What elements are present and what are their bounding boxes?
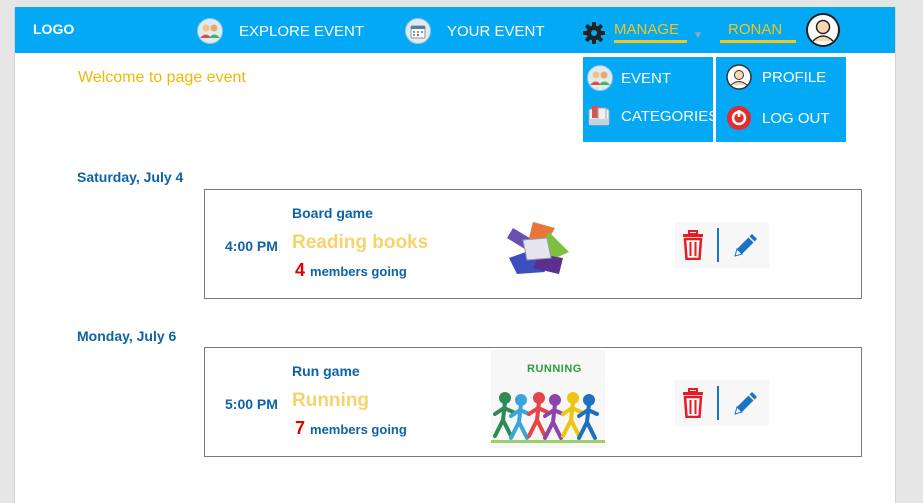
page-container: LOGO EXPLORE EVENT YOUR EVENT MANAGE ▼ R… (14, 7, 896, 503)
top-navbar: LOGO EXPLORE EVENT YOUR EVENT MANAGE ▼ R… (15, 7, 895, 53)
event-card: 5:00 PM Run game Running 7 members going … (204, 347, 862, 457)
event-name[interactable]: Reading books (292, 232, 428, 254)
divider (717, 228, 719, 262)
menu-item-categories[interactable]: CATEGORIES (587, 103, 718, 129)
members-label: members going (310, 264, 407, 279)
trash-icon[interactable] (681, 388, 705, 418)
chevron-down-icon: ▼ (693, 30, 703, 41)
runners-illustration (491, 392, 605, 443)
menu-item-profile-label: PROFILE (762, 68, 827, 86)
people-icon (197, 18, 223, 44)
manage-dropdown: EVENT CATEGORIES (583, 57, 718, 142)
event-card: 4:00 PM Board game Reading books 4 member… (204, 189, 862, 299)
profile-icon (726, 64, 752, 90)
nav-explore-label: EXPLORE EVENT (239, 22, 365, 40)
event-category: Board game (292, 205, 373, 221)
menu-item-event-label: EVENT (621, 69, 672, 87)
day-heading: Saturday, July 4 (77, 169, 184, 185)
event-members-going: 4 members going (295, 260, 407, 281)
gear-icon (583, 22, 605, 44)
nav-explore-event[interactable]: EXPLORE EVENT (197, 18, 365, 44)
calendar-icon (405, 18, 431, 44)
menu-item-logout-label: LOG OUT (762, 109, 830, 127)
trash-icon[interactable] (681, 230, 705, 260)
event-name[interactable]: Running (292, 390, 369, 412)
menu-item-categories-label: CATEGORIES (621, 107, 719, 125)
people-icon (587, 65, 613, 91)
manage-menu-toggle[interactable]: MANAGE ▼ (582, 18, 703, 45)
running-image-title: RUNNING (527, 363, 582, 375)
menu-item-event[interactable]: EVENT (587, 65, 671, 91)
divider (717, 386, 719, 420)
avatar[interactable] (806, 13, 840, 47)
categories-icon (588, 106, 610, 126)
books-image (507, 222, 569, 274)
manage-label: MANAGE (614, 18, 688, 43)
event-actions (675, 222, 769, 268)
user-dropdown: PROFILE LOG OUT (716, 57, 846, 142)
pencil-icon[interactable] (733, 232, 759, 258)
nav-your-event[interactable]: YOUR EVENT (405, 18, 545, 44)
welcome-message: Welcome to page event (78, 69, 246, 86)
logo[interactable]: LOGO (33, 21, 74, 37)
event-actions (675, 380, 769, 426)
power-icon (727, 106, 751, 130)
running-image: RUNNING (491, 350, 605, 448)
user-name[interactable]: RONAN (720, 21, 797, 43)
pencil-icon[interactable] (733, 390, 759, 416)
event-time: 4:00 PM (225, 238, 278, 254)
members-label: members going (310, 422, 407, 437)
event-time: 5:00 PM (225, 396, 278, 412)
nav-your-event-label: YOUR EVENT (447, 22, 545, 40)
menu-item-logout[interactable]: LOG OUT (726, 105, 830, 131)
event-members-going: 7 members going (295, 418, 407, 439)
day-heading: Monday, July 6 (77, 328, 177, 344)
members-count: 4 (295, 260, 306, 280)
members-count: 7 (295, 418, 306, 438)
event-category: Run game (292, 363, 360, 379)
menu-item-profile[interactable]: PROFILE (726, 64, 826, 90)
